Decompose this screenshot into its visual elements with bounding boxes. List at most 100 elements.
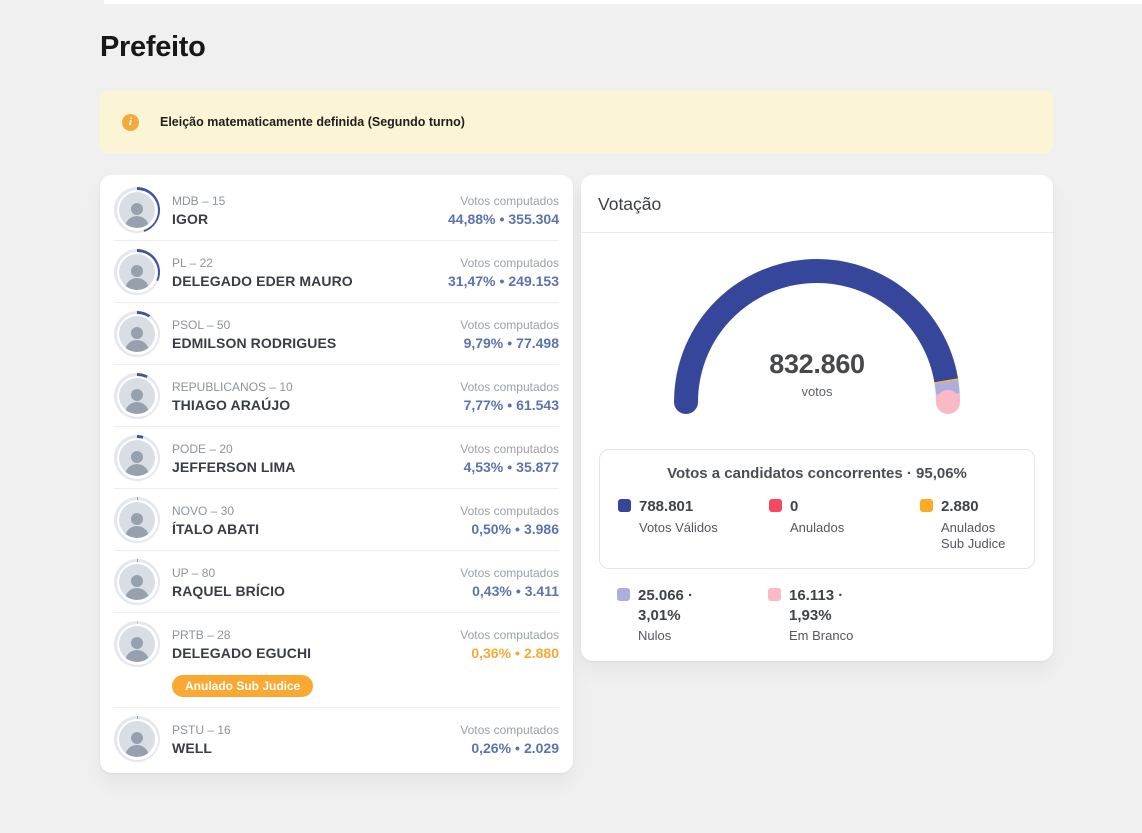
top-edge-strip <box>104 0 1142 4</box>
votes-count: 61.543 <box>516 397 559 413</box>
info-banner: i Eleição matematicamente definida (Segu… <box>100 91 1053 153</box>
candidate-party: UP – 80 <box>172 566 460 580</box>
candidate-name: ÍTALO ABATI <box>172 521 460 537</box>
candidate-party: NOVO – 30 <box>172 504 460 518</box>
votes-percent: 4,53% <box>464 459 504 475</box>
candidate-party: PSTU – 16 <box>172 723 460 737</box>
candidate-list: MDB – 15 IGOR Votos computados 44,88%•35… <box>114 179 559 769</box>
candidate-row-5[interactable]: PODE – 20 JEFFERSON LIMA Votos computado… <box>114 427 559 489</box>
vote-share-ring <box>114 249 160 295</box>
votes-computed-label: Votos computados <box>460 442 559 456</box>
votes-percent: 0,36% <box>471 645 511 661</box>
legend-label: Anulados Sub Judice <box>941 520 1016 553</box>
vote-share-ring <box>114 373 160 419</box>
votes-result: 4,53%•35.877 <box>460 459 559 475</box>
bullet-separator: • <box>495 273 508 289</box>
gauge-center-text: 832.860 votos <box>581 349 1053 399</box>
votes-result: 9,79%•77.498 <box>460 335 559 351</box>
votes-percent: 0,43% <box>472 583 512 599</box>
votes-count: 2.880 <box>524 645 559 661</box>
person-icon <box>122 632 152 662</box>
votes-count: 3.411 <box>525 583 559 599</box>
vote-share-ring <box>114 187 160 233</box>
bullet-separator: • <box>495 211 508 227</box>
legend-row-primary: 788.801 Votos Válidos 0 Anulados 2.880 A… <box>618 497 1016 552</box>
candidate-party: REPUBLICANOS – 10 <box>172 380 460 394</box>
legend-item-nulos: 25.066 · 3,01% Nulos <box>617 586 768 644</box>
person-icon <box>122 727 152 757</box>
candidate-row-main: UP – 80 RAQUEL BRÍCIO Votos computados 0… <box>114 559 559 605</box>
candidate-row-main: NOVO – 30 ÍTALO ABATI Votos computados 0… <box>114 497 559 543</box>
legend-value: 25.066 · 3,01% <box>638 586 738 625</box>
candidate-row-2[interactable]: PL – 22 DELEGADO EDER MAURO Votos comput… <box>114 241 559 303</box>
candidate-party: PRTB – 28 <box>172 628 460 642</box>
votes-computed-label: Votos computados <box>460 318 559 332</box>
candidate-row-8[interactable]: PRTB – 28 DELEGADO EGUCHI Votos computad… <box>114 613 559 708</box>
legend-value: 2.880 <box>941 497 1016 517</box>
votes-percent: 9,79% <box>464 335 504 351</box>
banner-text: Eleição matematicamente definida (Segund… <box>160 115 465 129</box>
candidate-row-1[interactable]: MDB – 15 IGOR Votos computados 44,88%•35… <box>114 179 559 241</box>
bullet-separator: • <box>503 397 516 413</box>
candidate-name: WELL <box>172 740 460 756</box>
candidate-row-7[interactable]: UP – 80 RAQUEL BRÍCIO Votos computados 0… <box>114 551 559 613</box>
legend-label: Votos Válidos <box>639 520 718 536</box>
votes-computed-label: Votos computados <box>460 504 559 518</box>
votes-result: 0,26%•2.029 <box>460 740 559 756</box>
candidate-avatar <box>119 192 155 228</box>
vote-share-ring <box>114 497 160 543</box>
candidate-name: DELEGADO EDER MAURO <box>172 273 448 289</box>
legend-value: 788.801 <box>639 497 718 517</box>
legend-label: Anulados <box>790 520 844 536</box>
candidate-avatar <box>119 316 155 352</box>
candidate-row-3[interactable]: PSOL – 50 EDMILSON RODRIGUES Votos compu… <box>114 303 559 365</box>
vote-share-ring <box>114 559 160 605</box>
candidate-row-6[interactable]: NOVO – 30 ÍTALO ABATI Votos computados 0… <box>114 489 559 551</box>
candidate-party: PODE – 20 <box>172 442 460 456</box>
info-icon: i <box>122 114 139 131</box>
page-title: Prefeito <box>100 31 206 64</box>
legend-color-chip <box>769 499 782 512</box>
candidate-row-main: REPUBLICANOS – 10 THIAGO ARAÚJO Votos co… <box>114 373 559 419</box>
votes-count: 2.029 <box>524 740 559 756</box>
votes-computed-label: Votos computados <box>460 566 559 580</box>
legend-color-chip <box>768 588 781 601</box>
candidate-avatar <box>119 378 155 414</box>
legend-color-chip <box>617 588 630 601</box>
legend-label: Em Branco <box>789 628 889 644</box>
candidate-row-9[interactable]: PSTU – 16 WELL Votos computados 0,26%•2.… <box>114 708 559 769</box>
votes-result: 0,50%•3.986 <box>460 521 559 537</box>
person-icon <box>122 322 152 352</box>
candidate-row-main: PL – 22 DELEGADO EDER MAURO Votos comput… <box>114 249 559 295</box>
votes-result: 0,36%•2.880 <box>460 645 559 661</box>
votes-computed-label: Votos computados <box>460 628 559 642</box>
candidate-row-main: PSTU – 16 WELL Votos computados 0,26%•2.… <box>114 716 559 762</box>
legend-item-anulados: 0 Anulados <box>769 497 920 552</box>
votes-count: 355.304 <box>508 211 559 227</box>
candidate-row-4[interactable]: REPUBLICANOS – 10 THIAGO ARAÚJO Votos co… <box>114 365 559 427</box>
person-icon <box>122 260 152 290</box>
sub-judice-badge: Anulado Sub Judice <box>172 675 313 697</box>
total-votes-value: 832.860 <box>581 349 1053 380</box>
candidate-row-main: PODE – 20 JEFFERSON LIMA Votos computado… <box>114 435 559 481</box>
votes-count: 3.986 <box>524 521 559 537</box>
person-icon <box>122 384 152 414</box>
candidate-avatar <box>119 626 155 662</box>
candidate-name: JEFFERSON LIMA <box>172 459 460 475</box>
votes-result: 0,43%•3.411 <box>460 583 559 599</box>
legend-value: 16.113 · 1,93% <box>789 586 889 625</box>
candidate-row-main: MDB – 15 IGOR Votos computados 44,88%•35… <box>114 187 559 233</box>
candidate-avatar <box>119 502 155 538</box>
bullet-separator: • <box>511 740 524 756</box>
legend-color-chip <box>618 499 631 512</box>
person-icon <box>122 570 152 600</box>
person-icon <box>122 198 152 228</box>
bullet-separator: • <box>503 459 516 475</box>
candidate-party: MDB – 15 <box>172 194 448 208</box>
votes-computed-label: Votos computados <box>460 380 559 394</box>
candidate-name: RAQUEL BRÍCIO <box>172 583 460 599</box>
votes-percent: 44,88% <box>448 211 495 227</box>
candidates-card: MDB – 15 IGOR Votos computados 44,88%•35… <box>100 175 573 773</box>
votes-percent: 31,47% <box>448 273 495 289</box>
person-icon <box>122 508 152 538</box>
